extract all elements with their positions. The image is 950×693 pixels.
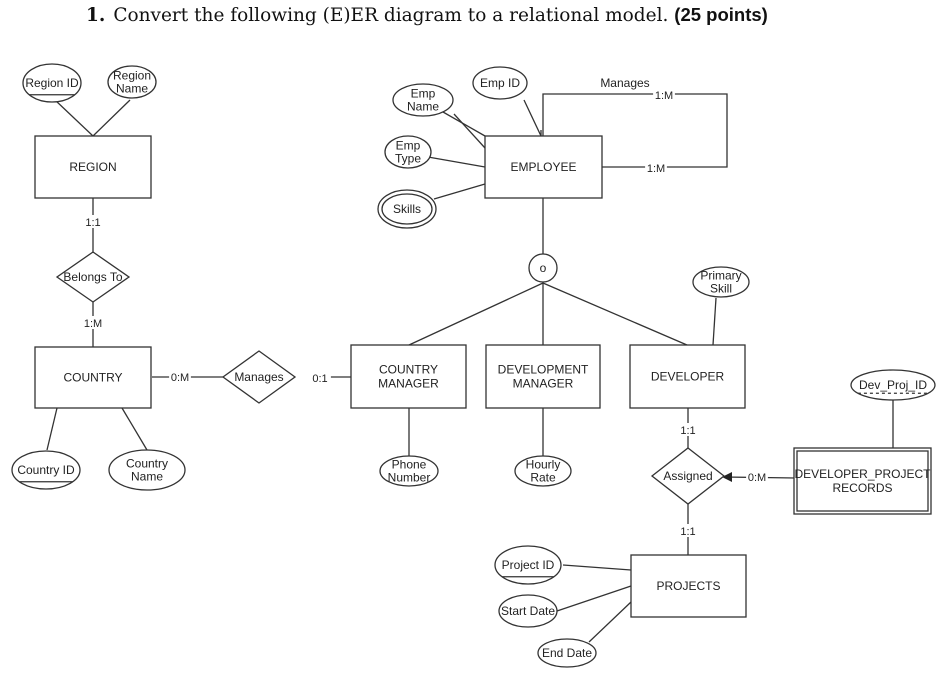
- attribute-label: Number: [388, 471, 431, 485]
- attribute-label: Rate: [530, 471, 556, 485]
- connector-line: [453, 113, 486, 149]
- attribute-region-id: Region ID: [22, 63, 82, 103]
- connector-line: [556, 585, 632, 612]
- cardinality-label: 1:M: [84, 318, 102, 330]
- attribute-label: Project ID: [502, 558, 555, 572]
- entity-developer: DEVELOPER: [629, 344, 746, 409]
- attribute-label: Dev_Proj_ID: [859, 378, 927, 392]
- entity-label: MANAGER: [378, 377, 439, 391]
- relationship-label: Assigned: [663, 469, 712, 483]
- connector-line: [92, 99, 131, 137]
- attribute-label: Type: [395, 152, 421, 166]
- attribute-label: End Date: [542, 646, 592, 660]
- entity-region: REGION: [34, 135, 152, 199]
- attribute-label: Country: [126, 457, 168, 471]
- cardinality-label: 1:1: [680, 425, 695, 437]
- entity-country-manager: COUNTRYMANAGER: [350, 344, 467, 409]
- attribute-label: Country ID: [17, 463, 75, 477]
- cardinality-label: 0:M: [171, 372, 189, 384]
- connector-line: [588, 601, 632, 643]
- attribute-end-date: End Date: [537, 638, 597, 668]
- entity-development-manager: DEVELOPMENTMANAGER: [485, 344, 601, 409]
- attribute-label: Start Date: [501, 604, 555, 618]
- entity-developer-project-records: DEVELOPER_PROJECTRECORDS: [793, 447, 932, 515]
- relationship-manages-country: Manages: [221, 350, 297, 404]
- attribute-emp-type: EmpType: [384, 135, 432, 169]
- connector-line: [712, 297, 717, 346]
- attribute-label: Name: [131, 470, 163, 484]
- entity-label: MANAGER: [513, 377, 574, 391]
- attribute-label: Emp: [396, 139, 421, 153]
- attribute-dev-proj-id: Dev_Proj_ID: [850, 369, 936, 401]
- specialization-circle: o: [528, 253, 558, 283]
- relationship-belongs-to: Belongs To: [55, 251, 131, 303]
- attribute-phone-number: PhoneNumber: [379, 455, 439, 487]
- connector-line: [523, 99, 542, 137]
- attribute-label: Skill: [710, 282, 732, 296]
- attribute-emp-id: Emp ID: [472, 66, 528, 100]
- attribute-label: Region: [113, 69, 151, 83]
- connector-line: [427, 156, 486, 168]
- attribute-label: Primary: [700, 269, 741, 283]
- attribute-label: Name: [116, 82, 148, 96]
- entity-country: COUNTRY: [34, 346, 152, 409]
- connector-line: [121, 407, 148, 451]
- entity-projects: PROJECTS: [630, 554, 747, 618]
- attribute-emp-name: EmpName: [392, 83, 454, 117]
- entity-label: COUNTRY: [379, 363, 438, 377]
- relationship-assigned: Assigned: [650, 447, 726, 505]
- attribute-country-name: CountryName: [108, 449, 186, 491]
- entity-label: COUNTRY: [63, 371, 122, 385]
- attribute-skills: Skills: [377, 189, 437, 229]
- entity-employee: EMPLOYEE: [484, 135, 603, 199]
- relationship-label: Manages: [234, 370, 283, 384]
- connector-line: [562, 564, 632, 571]
- connector-line: [408, 282, 544, 346]
- cardinality-label: 1:1: [680, 526, 695, 538]
- connector-line: [46, 407, 58, 451]
- cardinality-label: 1:1: [85, 217, 100, 229]
- specialization-type-symbol: o: [540, 261, 547, 275]
- attribute-label: Emp ID: [480, 76, 520, 90]
- self-relationship-label: Manages: [600, 76, 649, 90]
- attribute-label: Emp: [411, 87, 436, 101]
- attribute-label: Name: [407, 100, 439, 114]
- attribute-hourly-rate: HourlyRate: [514, 455, 572, 487]
- connector-line: [433, 183, 486, 200]
- attribute-label: Phone: [392, 458, 427, 472]
- attribute-start-date: Start Date: [498, 594, 558, 628]
- relationship-label: Belongs To: [63, 270, 122, 284]
- entity-label: DEVELOPER: [651, 370, 725, 384]
- attribute-country-id: Country ID: [11, 450, 81, 490]
- attribute-label: Skills: [393, 202, 421, 216]
- entity-label: PROJECTS: [656, 579, 720, 593]
- er-diagram: REGIONCOUNTRYEMPLOYEECOUNTRYMANAGERDEVEL…: [11, 63, 936, 668]
- entity-label: EMPLOYEE: [510, 160, 576, 174]
- entity-label: DEVELOPMENT: [498, 363, 589, 377]
- attribute-primary-skill: PrimarySkill: [692, 266, 750, 298]
- cardinality-label: 0:M: [748, 472, 766, 484]
- connector-line: [54, 99, 94, 137]
- cardinality-label: 1:M: [647, 163, 665, 175]
- cardinality-label: 1:M: [655, 90, 673, 102]
- attribute-label: Region ID: [25, 76, 79, 90]
- attribute-label: Hourly: [526, 458, 561, 472]
- entity-label: DEVELOPER_PROJECT: [794, 467, 931, 481]
- connector-line: [542, 282, 688, 346]
- entity-label: REGION: [69, 160, 116, 174]
- cardinality-label: 0:1: [312, 373, 327, 385]
- attribute-project-id: Project ID: [494, 545, 562, 585]
- entity-label: RECORDS: [832, 481, 892, 495]
- attribute-region-name: RegionName: [107, 65, 157, 99]
